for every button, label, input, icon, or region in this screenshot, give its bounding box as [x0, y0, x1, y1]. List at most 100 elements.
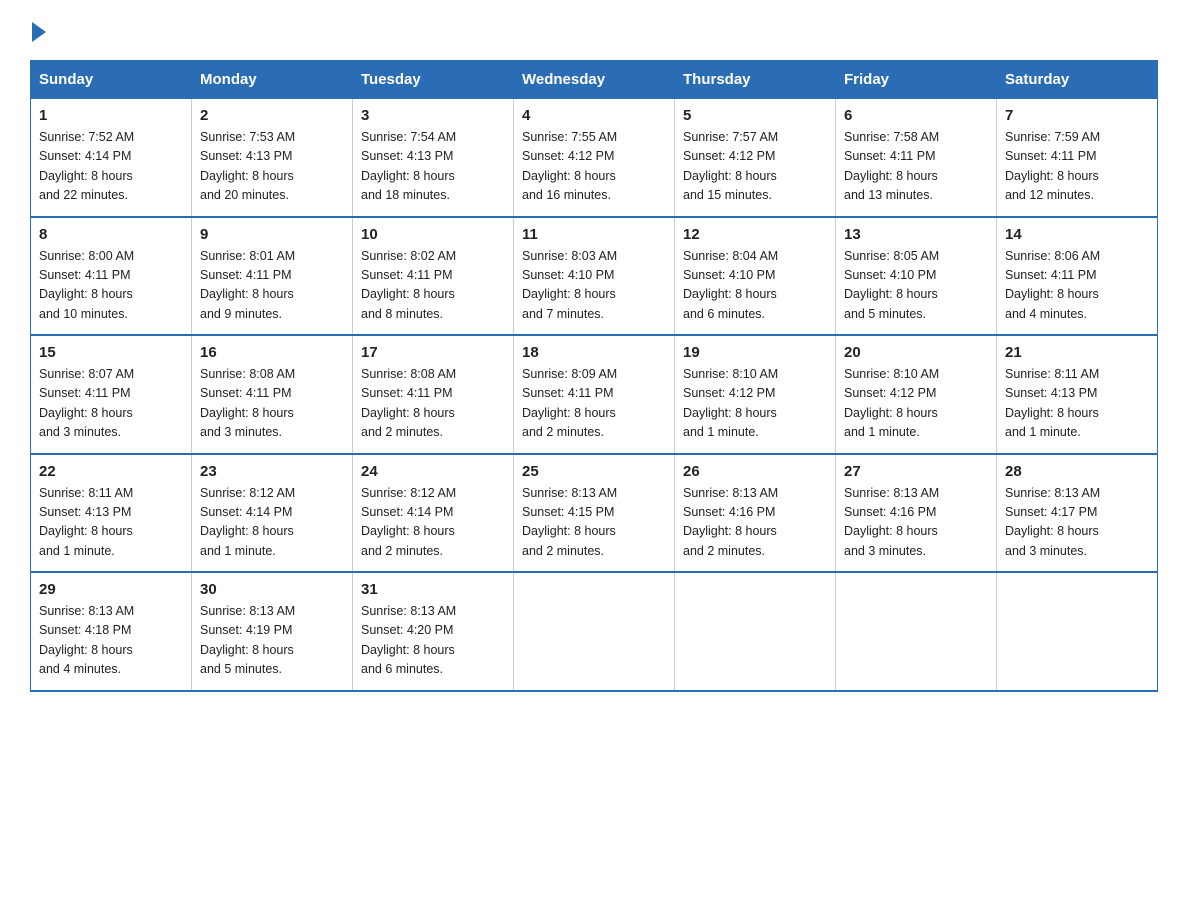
calendar-cell: 8 Sunrise: 8:00 AMSunset: 4:11 PMDayligh…: [31, 217, 192, 336]
calendar-week-row: 8 Sunrise: 8:00 AMSunset: 4:11 PMDayligh…: [31, 217, 1158, 336]
day-info: Sunrise: 8:00 AMSunset: 4:11 PMDaylight:…: [39, 249, 134, 321]
day-info: Sunrise: 8:05 AMSunset: 4:10 PMDaylight:…: [844, 249, 939, 321]
calendar-cell: 6 Sunrise: 7:58 AMSunset: 4:11 PMDayligh…: [836, 99, 997, 217]
day-info: Sunrise: 7:58 AMSunset: 4:11 PMDaylight:…: [844, 130, 939, 202]
calendar-table: SundayMondayTuesdayWednesdayThursdayFrid…: [30, 60, 1158, 692]
col-header-thursday: Thursday: [675, 61, 836, 99]
day-number: 23: [200, 463, 344, 480]
calendar-week-row: 1 Sunrise: 7:52 AMSunset: 4:14 PMDayligh…: [31, 99, 1158, 217]
day-number: 16: [200, 344, 344, 361]
day-number: 31: [361, 581, 505, 598]
day-info: Sunrise: 8:08 AMSunset: 4:11 PMDaylight:…: [200, 367, 295, 439]
day-info: Sunrise: 8:13 AMSunset: 4:20 PMDaylight:…: [361, 604, 456, 676]
day-info: Sunrise: 8:11 AMSunset: 4:13 PMDaylight:…: [39, 486, 133, 558]
calendar-cell: 23 Sunrise: 8:12 AMSunset: 4:14 PMDaylig…: [192, 454, 353, 573]
calendar-cell: 30 Sunrise: 8:13 AMSunset: 4:19 PMDaylig…: [192, 572, 353, 691]
calendar-cell: 19 Sunrise: 8:10 AMSunset: 4:12 PMDaylig…: [675, 335, 836, 454]
day-info: Sunrise: 8:10 AMSunset: 4:12 PMDaylight:…: [844, 367, 939, 439]
day-info: Sunrise: 7:54 AMSunset: 4:13 PMDaylight:…: [361, 130, 456, 202]
calendar-cell: 5 Sunrise: 7:57 AMSunset: 4:12 PMDayligh…: [675, 99, 836, 217]
calendar-cell: 17 Sunrise: 8:08 AMSunset: 4:11 PMDaylig…: [353, 335, 514, 454]
calendar-week-row: 22 Sunrise: 8:11 AMSunset: 4:13 PMDaylig…: [31, 454, 1158, 573]
calendar-cell: 4 Sunrise: 7:55 AMSunset: 4:12 PMDayligh…: [514, 99, 675, 217]
day-info: Sunrise: 8:10 AMSunset: 4:12 PMDaylight:…: [683, 367, 778, 439]
calendar-cell: [997, 572, 1158, 691]
day-info: Sunrise: 8:13 AMSunset: 4:16 PMDaylight:…: [683, 486, 778, 558]
calendar-cell: [514, 572, 675, 691]
calendar-cell: 27 Sunrise: 8:13 AMSunset: 4:16 PMDaylig…: [836, 454, 997, 573]
calendar-cell: 13 Sunrise: 8:05 AMSunset: 4:10 PMDaylig…: [836, 217, 997, 336]
calendar-cell: 9 Sunrise: 8:01 AMSunset: 4:11 PMDayligh…: [192, 217, 353, 336]
day-info: Sunrise: 8:13 AMSunset: 4:19 PMDaylight:…: [200, 604, 295, 676]
calendar-cell: 12 Sunrise: 8:04 AMSunset: 4:10 PMDaylig…: [675, 217, 836, 336]
calendar-cell: 16 Sunrise: 8:08 AMSunset: 4:11 PMDaylig…: [192, 335, 353, 454]
day-number: 8: [39, 226, 183, 243]
day-info: Sunrise: 8:03 AMSunset: 4:10 PMDaylight:…: [522, 249, 617, 321]
day-number: 22: [39, 463, 183, 480]
calendar-cell: 29 Sunrise: 8:13 AMSunset: 4:18 PMDaylig…: [31, 572, 192, 691]
day-number: 21: [1005, 344, 1149, 361]
day-info: Sunrise: 8:13 AMSunset: 4:17 PMDaylight:…: [1005, 486, 1100, 558]
logo-arrow-icon: [32, 22, 46, 42]
day-number: 25: [522, 463, 666, 480]
day-number: 27: [844, 463, 988, 480]
day-number: 30: [200, 581, 344, 598]
day-info: Sunrise: 8:09 AMSunset: 4:11 PMDaylight:…: [522, 367, 617, 439]
day-number: 1: [39, 107, 183, 124]
day-number: 7: [1005, 107, 1149, 124]
day-number: 5: [683, 107, 827, 124]
day-info: Sunrise: 8:06 AMSunset: 4:11 PMDaylight:…: [1005, 249, 1100, 321]
calendar-cell: 20 Sunrise: 8:10 AMSunset: 4:12 PMDaylig…: [836, 335, 997, 454]
calendar-cell: 18 Sunrise: 8:09 AMSunset: 4:11 PMDaylig…: [514, 335, 675, 454]
calendar-cell: 22 Sunrise: 8:11 AMSunset: 4:13 PMDaylig…: [31, 454, 192, 573]
day-info: Sunrise: 7:59 AMSunset: 4:11 PMDaylight:…: [1005, 130, 1100, 202]
day-info: Sunrise: 8:12 AMSunset: 4:14 PMDaylight:…: [200, 486, 295, 558]
day-info: Sunrise: 8:01 AMSunset: 4:11 PMDaylight:…: [200, 249, 295, 321]
day-info: Sunrise: 8:12 AMSunset: 4:14 PMDaylight:…: [361, 486, 456, 558]
day-number: 3: [361, 107, 505, 124]
day-number: 26: [683, 463, 827, 480]
calendar-cell: 11 Sunrise: 8:03 AMSunset: 4:10 PMDaylig…: [514, 217, 675, 336]
day-number: 10: [361, 226, 505, 243]
day-number: 11: [522, 226, 666, 243]
page-header: [30, 20, 1158, 40]
calendar-cell: 28 Sunrise: 8:13 AMSunset: 4:17 PMDaylig…: [997, 454, 1158, 573]
col-header-sunday: Sunday: [31, 61, 192, 99]
day-number: 17: [361, 344, 505, 361]
day-info: Sunrise: 7:52 AMSunset: 4:14 PMDaylight:…: [39, 130, 134, 202]
day-info: Sunrise: 8:13 AMSunset: 4:15 PMDaylight:…: [522, 486, 617, 558]
col-header-saturday: Saturday: [997, 61, 1158, 99]
col-header-wednesday: Wednesday: [514, 61, 675, 99]
day-info: Sunrise: 7:55 AMSunset: 4:12 PMDaylight:…: [522, 130, 617, 202]
day-info: Sunrise: 7:53 AMSunset: 4:13 PMDaylight:…: [200, 130, 295, 202]
day-info: Sunrise: 8:04 AMSunset: 4:10 PMDaylight:…: [683, 249, 778, 321]
calendar-cell: 3 Sunrise: 7:54 AMSunset: 4:13 PMDayligh…: [353, 99, 514, 217]
calendar-cell: 25 Sunrise: 8:13 AMSunset: 4:15 PMDaylig…: [514, 454, 675, 573]
day-number: 6: [844, 107, 988, 124]
day-number: 19: [683, 344, 827, 361]
calendar-cell: 7 Sunrise: 7:59 AMSunset: 4:11 PMDayligh…: [997, 99, 1158, 217]
calendar-cell: 1 Sunrise: 7:52 AMSunset: 4:14 PMDayligh…: [31, 99, 192, 217]
day-number: 13: [844, 226, 988, 243]
calendar-cell: 2 Sunrise: 7:53 AMSunset: 4:13 PMDayligh…: [192, 99, 353, 217]
day-number: 29: [39, 581, 183, 598]
day-info: Sunrise: 8:08 AMSunset: 4:11 PMDaylight:…: [361, 367, 456, 439]
calendar-header-row: SundayMondayTuesdayWednesdayThursdayFrid…: [31, 61, 1158, 99]
day-info: Sunrise: 7:57 AMSunset: 4:12 PMDaylight:…: [683, 130, 778, 202]
calendar-cell: 21 Sunrise: 8:11 AMSunset: 4:13 PMDaylig…: [997, 335, 1158, 454]
day-info: Sunrise: 8:13 AMSunset: 4:16 PMDaylight:…: [844, 486, 939, 558]
col-header-tuesday: Tuesday: [353, 61, 514, 99]
calendar-week-row: 15 Sunrise: 8:07 AMSunset: 4:11 PMDaylig…: [31, 335, 1158, 454]
col-header-monday: Monday: [192, 61, 353, 99]
day-info: Sunrise: 8:02 AMSunset: 4:11 PMDaylight:…: [361, 249, 456, 321]
day-number: 15: [39, 344, 183, 361]
calendar-cell: 26 Sunrise: 8:13 AMSunset: 4:16 PMDaylig…: [675, 454, 836, 573]
day-info: Sunrise: 8:07 AMSunset: 4:11 PMDaylight:…: [39, 367, 134, 439]
calendar-cell: 15 Sunrise: 8:07 AMSunset: 4:11 PMDaylig…: [31, 335, 192, 454]
day-number: 9: [200, 226, 344, 243]
day-number: 28: [1005, 463, 1149, 480]
day-info: Sunrise: 8:13 AMSunset: 4:18 PMDaylight:…: [39, 604, 134, 676]
day-number: 20: [844, 344, 988, 361]
calendar-cell: [675, 572, 836, 691]
calendar-cell: 24 Sunrise: 8:12 AMSunset: 4:14 PMDaylig…: [353, 454, 514, 573]
